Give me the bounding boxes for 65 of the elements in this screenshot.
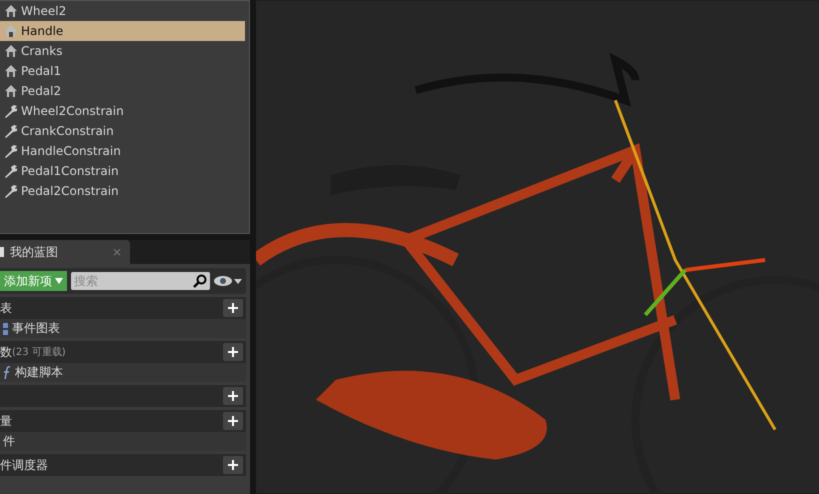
component-label: Pedal2 (21, 84, 62, 98)
component-label: Wheel2 (21, 4, 66, 18)
component-item[interactable]: Wheel2 (0, 1, 245, 21)
section-header[interactable]: 数(23 可重载) (0, 341, 246, 363)
house-icon (4, 4, 18, 18)
component-item[interactable]: Wheel2Constrain (0, 101, 245, 121)
wrench-icon (4, 124, 18, 138)
section-header[interactable]: 量 (0, 410, 246, 432)
component-label: Pedal2Constrain (21, 184, 119, 198)
house-icon (4, 24, 18, 38)
component-item[interactable]: Pedal1Constrain (0, 161, 245, 181)
section-header[interactable]: 件调度器 (0, 454, 246, 476)
wrench-icon (4, 184, 18, 198)
house-icon (4, 64, 18, 78)
section-item[interactable]: 构建脚本 (0, 363, 246, 382)
viewport-bicycle-drawing[interactable] (256, 0, 819, 494)
component-label: Handle (21, 24, 64, 38)
eye-icon[interactable] (214, 275, 242, 287)
graph-icon (3, 322, 8, 334)
search-field[interactable]: 搜索 (71, 272, 210, 290)
section-item[interactable]: 事件图表 (0, 319, 246, 338)
plus-icon (228, 460, 238, 470)
plus-icon (228, 391, 238, 401)
component-label: HandleConstrain (21, 144, 121, 158)
tab-title: 我的蓝图 (10, 244, 58, 260)
section-item[interactable]: 件 (0, 432, 246, 451)
component-item[interactable]: Handle (0, 21, 245, 41)
item-label: 件 (3, 433, 15, 450)
plus-icon (228, 303, 238, 313)
search-icon (193, 274, 207, 288)
component-item[interactable]: CrankConstrain (0, 121, 245, 141)
component-item[interactable]: Pedal2 (0, 81, 245, 101)
section-header[interactable]: 表 (0, 297, 246, 319)
section-title: 表 (0, 300, 12, 316)
house-icon (4, 44, 18, 58)
add-button[interactable] (223, 456, 243, 474)
component-label: Pedal1Constrain (21, 164, 119, 178)
wrench-icon (4, 104, 18, 118)
add-button[interactable] (223, 387, 243, 405)
caret-icon (55, 278, 63, 284)
add-button[interactable] (223, 299, 243, 317)
component-label: Pedal1 (21, 64, 62, 78)
section-title: 件调度器 (0, 456, 48, 474)
tab-icon (0, 247, 4, 257)
section-title: 量 (0, 412, 12, 430)
component-label: Cranks (21, 44, 62, 58)
component-item[interactable]: Pedal1 (0, 61, 245, 81)
house-icon (4, 84, 18, 98)
blueprint-tab[interactable]: 我的蓝图 × (0, 240, 130, 264)
section-title: 数 (0, 344, 12, 360)
add-button[interactable] (223, 412, 243, 430)
plus-icon (228, 416, 238, 426)
component-item[interactable]: HandleConstrain (0, 141, 245, 161)
component-item[interactable]: Pedal2Constrain (0, 181, 245, 201)
component-label: CrankConstrain (21, 124, 114, 138)
wrench-icon (4, 144, 18, 158)
wrench-icon (4, 164, 18, 178)
item-label: 事件图表 (12, 320, 60, 337)
component-label: Wheel2Constrain (21, 104, 124, 118)
function-icon (3, 366, 11, 380)
plus-icon (228, 347, 238, 357)
section-note: (23 可重载) (12, 346, 66, 359)
item-label: 构建脚本 (15, 364, 63, 381)
add-button[interactable] (223, 343, 243, 361)
component-item[interactable]: Cranks (0, 41, 245, 61)
